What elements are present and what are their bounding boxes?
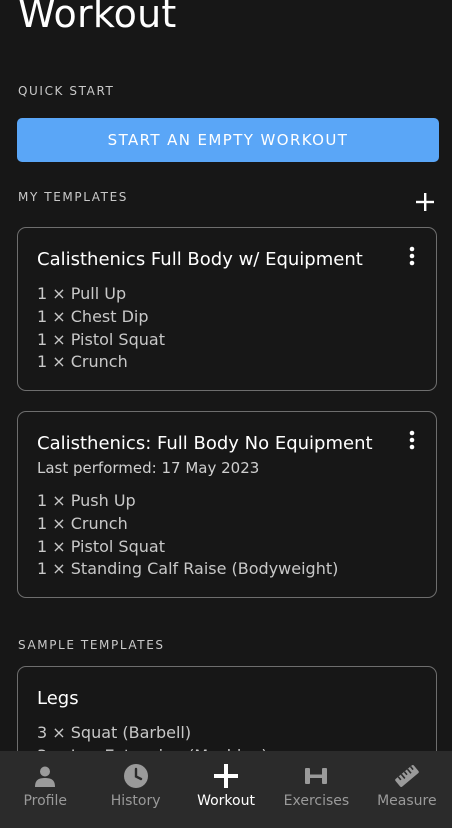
more-vertical-icon <box>409 246 415 266</box>
bottom-navigation: Profile History Workout Exercises Measur… <box>0 751 452 828</box>
page-title: Workout <box>18 0 177 36</box>
list-item: 1 × Pistol Squat <box>37 329 165 349</box>
plus-icon <box>213 763 239 789</box>
nav-item-measure[interactable]: Measure <box>362 751 452 828</box>
nav-label: Exercises <box>283 793 350 809</box>
list-item: 1 × Push Up <box>37 491 136 510</box>
list-item: 1 × Standing Calf Raise (Bodyweight) <box>37 559 339 579</box>
nav-item-exercises[interactable]: Exercises <box>271 751 361 828</box>
list-item: 1 × Pull Up <box>37 284 127 303</box>
nav-item-profile[interactable]: Profile <box>0 751 90 828</box>
add-template-button[interactable] <box>413 190 437 214</box>
list-item: 1 × Chest Dip <box>37 306 149 326</box>
template-title: Calisthenics: Full Body No Equipment <box>37 433 373 454</box>
nav-label: Profile <box>23 793 67 809</box>
dumbbell-icon <box>303 763 329 789</box>
clock-icon <box>123 763 149 789</box>
plus-icon <box>416 193 434 211</box>
nav-item-history[interactable]: History <box>90 751 180 828</box>
nav-item-workout[interactable]: Workout <box>181 751 271 828</box>
more-vertical-icon <box>409 430 415 450</box>
person-icon <box>32 763 58 789</box>
nav-label: History <box>110 793 161 809</box>
list-item: 3 × Squat (Barbell) <box>37 723 192 742</box>
template-menu-button[interactable] <box>402 245 422 267</box>
nav-label: Workout <box>197 793 255 809</box>
template-card[interactable]: Calisthenics Full Body w/ Equipment 1 × … <box>17 227 437 391</box>
quick-start-label: QUICK START <box>18 84 115 98</box>
list-item: 1 × Pistol Squat <box>37 536 165 556</box>
exercise-list: 1 × Push Up 1 × Crunch 1 × Pistol Squat … <box>37 490 338 581</box>
ruler-icon <box>394 763 420 789</box>
my-templates-label: MY TEMPLATES <box>18 190 128 204</box>
sample-templates-label: SAMPLE TEMPLATES <box>18 638 165 652</box>
last-performed-text: Last performed: 17 May 2023 <box>37 459 260 477</box>
list-item: 1 × Crunch <box>37 513 128 533</box>
start-empty-workout-button[interactable]: START AN EMPTY WORKOUT <box>17 118 439 162</box>
exercise-list: 1 × Pull Up 1 × Chest Dip 1 × Pistol Squ… <box>37 283 165 374</box>
template-title: Calisthenics Full Body w/ Equipment <box>37 249 363 270</box>
template-title: Legs <box>37 688 79 709</box>
list-item: 1 × Crunch <box>37 352 128 372</box>
template-menu-button[interactable] <box>402 429 422 451</box>
nav-label: Measure <box>377 793 437 809</box>
template-card[interactable]: Calisthenics: Full Body No Equipment Las… <box>17 411 437 598</box>
